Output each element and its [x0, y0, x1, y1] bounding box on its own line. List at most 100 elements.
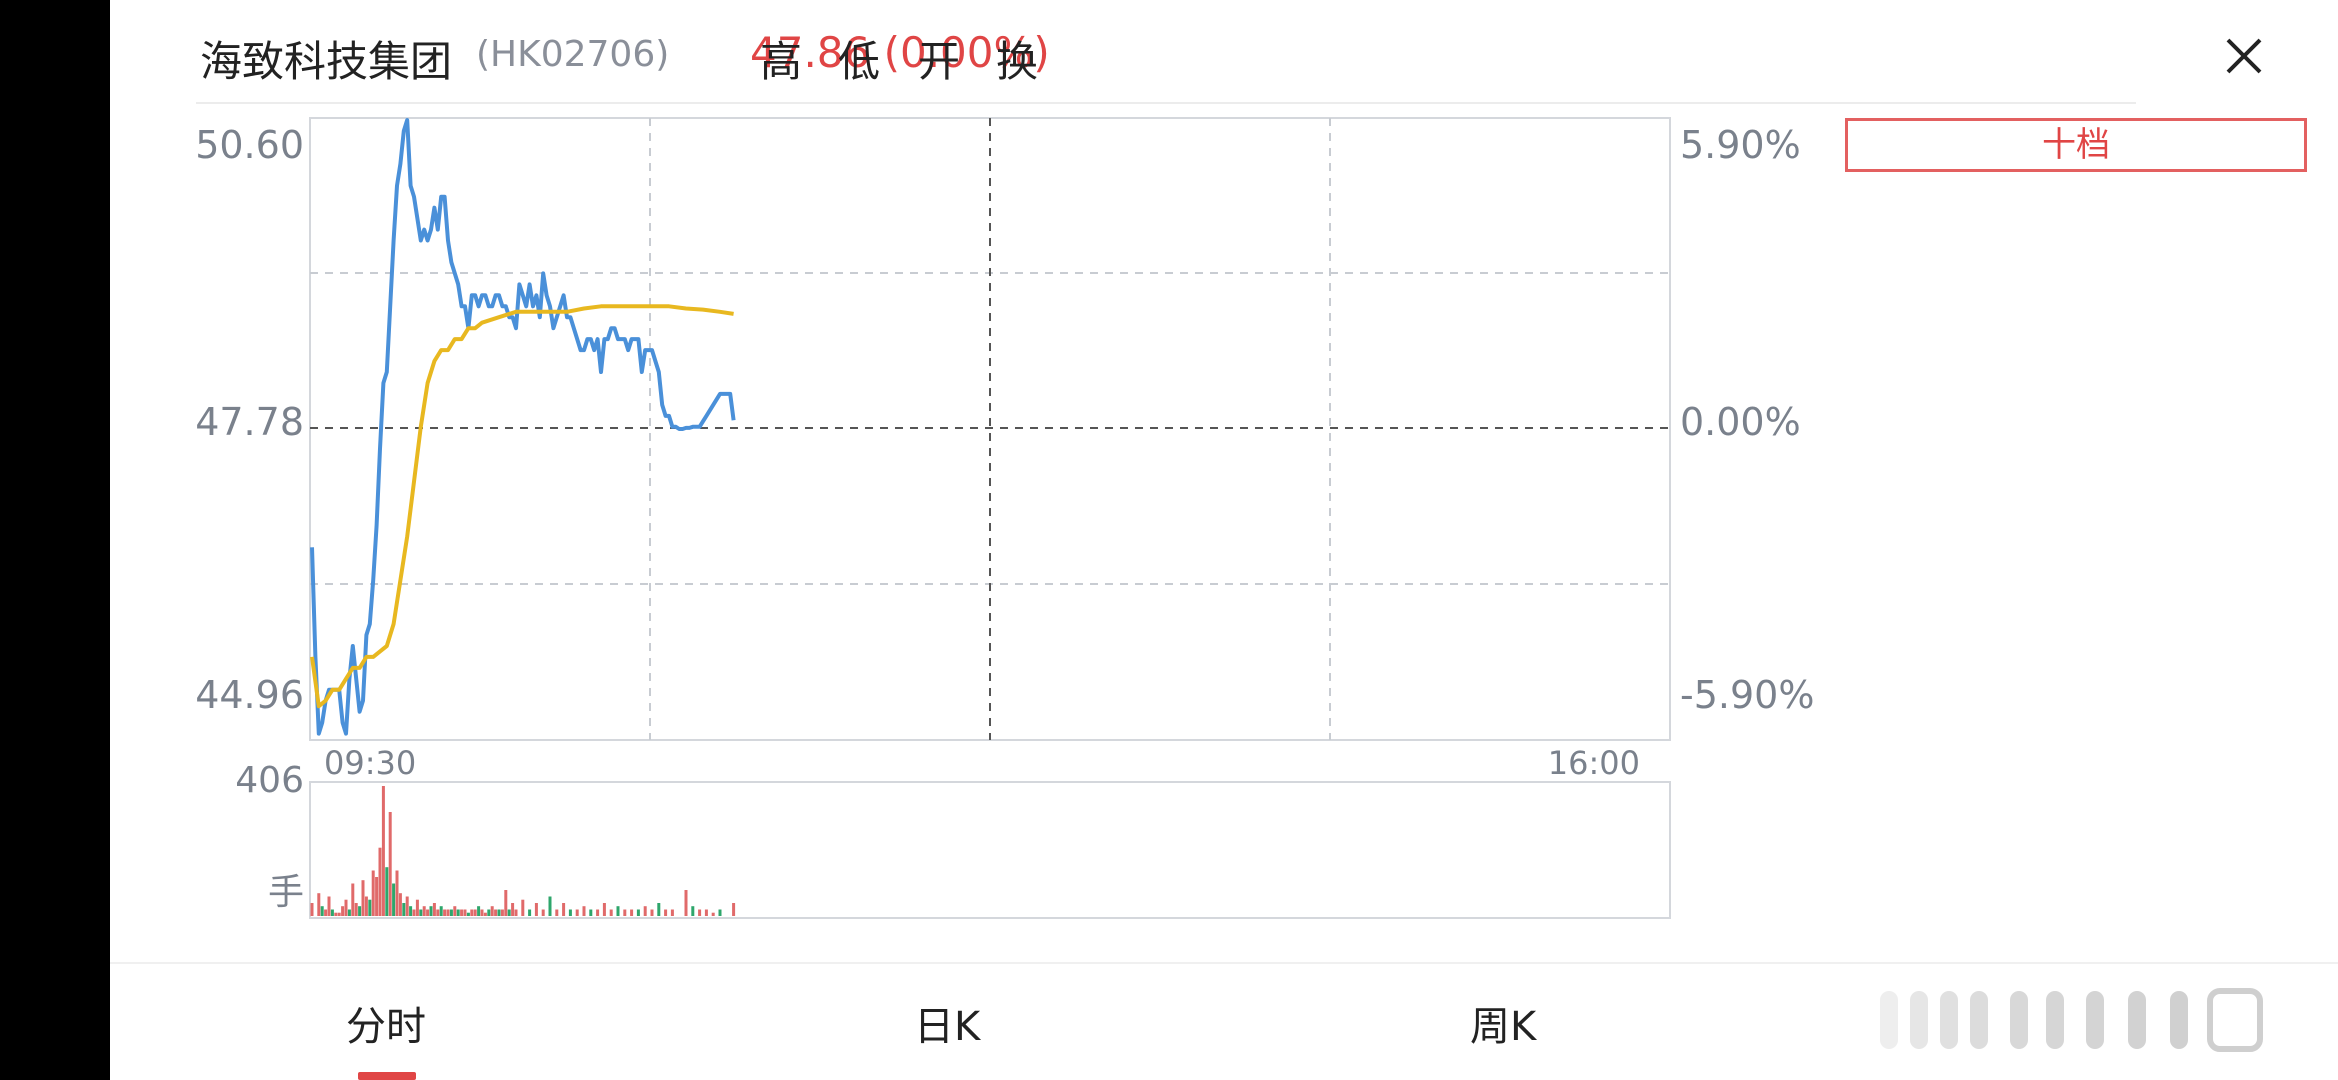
volume-bar: [623, 909, 627, 916]
volume-bar: [337, 912, 341, 916]
volume-bar: [327, 896, 331, 916]
volume-bar: [732, 903, 736, 916]
volume-bar: [504, 890, 508, 916]
volume-bar: [443, 909, 447, 916]
volume-bar: [334, 912, 338, 916]
volume-bar: [409, 906, 413, 916]
volume-bar: [453, 906, 457, 916]
volume-bar: [412, 909, 416, 916]
price-series: [310, 118, 736, 736]
volume-bar: [466, 912, 470, 916]
volume-bar: [351, 883, 355, 916]
volume-bar: [371, 870, 375, 916]
volume-bar: [691, 906, 695, 916]
time-label-start: 09:30: [324, 744, 416, 782]
time-label-end: 16:00: [1548, 744, 1640, 782]
volume-bar: [439, 906, 443, 916]
volume-bar: [392, 883, 396, 916]
volume-bar: [602, 903, 606, 916]
price-line: [310, 118, 736, 736]
volume-bar: [718, 909, 722, 916]
volume-bar: [436, 909, 440, 916]
volume-bar: [616, 906, 620, 916]
volume-bar: [575, 909, 579, 916]
volume-bar: [368, 899, 372, 916]
volume-bar: [419, 909, 423, 916]
volume-bar: [358, 906, 362, 916]
volume-bar: [388, 812, 392, 916]
volume-bar: [541, 909, 545, 916]
volume-bar: [704, 909, 708, 916]
volume-bar: [378, 847, 382, 916]
volume-bar: [446, 909, 450, 916]
volume-bar: [664, 909, 668, 916]
volume-bar: [330, 909, 334, 916]
volume-bar: [429, 906, 433, 916]
volume-bar: [473, 909, 477, 916]
volume-bar: [483, 912, 487, 916]
volume-bar: [375, 877, 379, 916]
volume-bar: [415, 899, 419, 916]
volume-bar: [609, 909, 613, 916]
volume-bar: [650, 909, 654, 916]
volume-bar: [364, 896, 368, 916]
volume-bars: [310, 786, 736, 916]
volume-bar: [497, 909, 501, 916]
tabbar-divider: [110, 962, 2338, 964]
ten-level-button[interactable]: 十档: [1845, 118, 2307, 172]
tab-daily-k[interactable]: 日K: [914, 994, 980, 1052]
volume-bar: [422, 906, 426, 916]
volume-bar: [494, 909, 498, 916]
volume-bar: [511, 903, 515, 916]
price-axis-max: 50.60: [195, 123, 304, 167]
volume-bar: [630, 909, 634, 916]
volume-bar: [395, 870, 399, 916]
volume-bar: [490, 906, 494, 916]
volume-bar: [589, 909, 593, 916]
volume-bar: [698, 909, 702, 916]
volume-bar: [643, 906, 647, 916]
volume-bar: [449, 909, 453, 916]
volume-bar: [470, 909, 474, 916]
volume-bar: [528, 909, 532, 916]
volume-bar: [487, 909, 491, 916]
volume-bar: [320, 906, 324, 916]
watermark-icon: [1880, 988, 2263, 1052]
volume-bar: [354, 903, 358, 916]
pct-axis-mid: 0.00%: [1680, 400, 1801, 444]
volume-bar: [381, 786, 385, 916]
volume-bar: [480, 909, 484, 916]
volume-bar: [385, 867, 389, 916]
average-price-line: [310, 304, 734, 709]
volume-bar: [344, 899, 348, 916]
volume-bar: [657, 903, 661, 916]
volume-panel-frame: [309, 781, 1671, 919]
volume-bar: [310, 903, 314, 916]
volume-bar: [555, 909, 559, 916]
volume-bar: [670, 909, 674, 916]
volume-bar: [521, 899, 525, 916]
volume-bar: [477, 906, 481, 916]
volume-bar: [347, 909, 351, 916]
volume-bar: [514, 909, 518, 916]
volume-bar: [463, 909, 467, 916]
volume-bar: [534, 903, 538, 916]
active-tab-indicator: [358, 1072, 416, 1080]
volume-bar: [402, 903, 406, 916]
volume-unit: 手: [268, 872, 304, 913]
volume-bar: [636, 909, 640, 916]
volume-bar: [398, 893, 402, 916]
price-axis-min: 44.96: [195, 673, 304, 717]
volume-bar: [460, 909, 464, 916]
volume-bar: [426, 909, 430, 916]
volume-bar: [341, 906, 345, 916]
tab-intraday[interactable]: 分时: [346, 994, 426, 1052]
volume-bar: [596, 909, 600, 916]
tab-weekly-k[interactable]: 周K: [1470, 994, 1536, 1052]
volume-bar: [317, 893, 321, 916]
volume-bar: [405, 896, 409, 916]
volume-bar: [711, 912, 715, 916]
volume-bar: [568, 909, 572, 916]
volume-bar: [456, 909, 460, 916]
volume-bar: [324, 909, 328, 916]
